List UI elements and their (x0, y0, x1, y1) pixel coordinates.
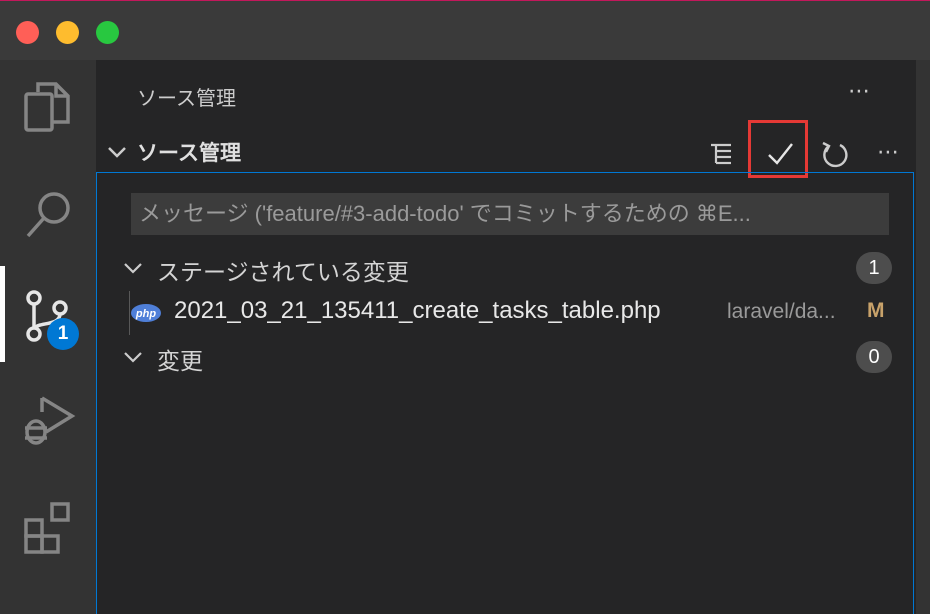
staged-changes-group[interactable]: ステージされている変更 1 (97, 246, 913, 290)
section-title: ソース管理 (137, 142, 241, 165)
activity-search[interactable] (0, 168, 96, 258)
activity-run-debug[interactable] (0, 372, 96, 462)
changes-label: 変更 (157, 348, 203, 374)
chevron-down-icon (124, 263, 142, 274)
minimize-window-button[interactable] (56, 21, 79, 44)
file-status-modified: M (867, 299, 885, 322)
chevron-down-icon (124, 352, 142, 363)
changes-group[interactable]: 変更 0 (97, 335, 913, 379)
activity-source-control[interactable]: 1 (0, 266, 96, 362)
list-tree-icon (711, 143, 731, 165)
commit-highlight-box (748, 120, 808, 178)
refresh-icon (822, 141, 848, 168)
activity-extensions[interactable] (0, 480, 96, 570)
search-icon (26, 192, 70, 238)
staged-changes-label: ステージされている変更 (157, 259, 409, 285)
window-titlebar (0, 0, 930, 61)
sidebar-title: ソース管理 (137, 88, 236, 110)
scm-badge: 1 (47, 318, 79, 350)
files-icon (24, 82, 70, 132)
php-icon-text: php (135, 308, 156, 320)
changes-count-badge: 0 (856, 341, 892, 373)
run-debug-icon (25, 396, 76, 445)
chevron-down-icon (108, 147, 126, 158)
list-item[interactable]: php 2021_03_21_135411_create_tasks_table… (97, 291, 913, 335)
file-name: 2021_03_21_135411_create_tasks_table.php (174, 297, 661, 324)
close-window-button[interactable] (16, 21, 39, 44)
php-icon: php (131, 304, 161, 322)
sidebar-more-actions-button[interactable]: ⋯ (848, 78, 871, 104)
active-indicator (0, 266, 5, 362)
staged-count-badge: 1 (856, 252, 892, 284)
commit-message-input[interactable]: メッセージ ('feature/#3-add-todo' でコミットするための … (131, 193, 889, 235)
refresh-button[interactable] (812, 132, 852, 172)
source-control-sidebar: ソース管理 ⋯ ソース管理 ⋯ メッセージ ('feature/#3-add-t… (96, 60, 916, 614)
extensions-icon (24, 502, 70, 554)
view-as-tree-button[interactable] (700, 132, 740, 172)
scm-panel: メッセージ ('feature/#3-add-todo' でコミットするための … (96, 172, 914, 614)
editor-edge (916, 60, 930, 614)
maximize-window-button[interactable] (96, 21, 119, 44)
file-path: laravel/da... (727, 300, 836, 323)
activity-explorer[interactable] (0, 60, 96, 150)
section-more-actions-button[interactable]: ⋯ (868, 132, 908, 172)
activity-bar: 1 (0, 60, 96, 614)
